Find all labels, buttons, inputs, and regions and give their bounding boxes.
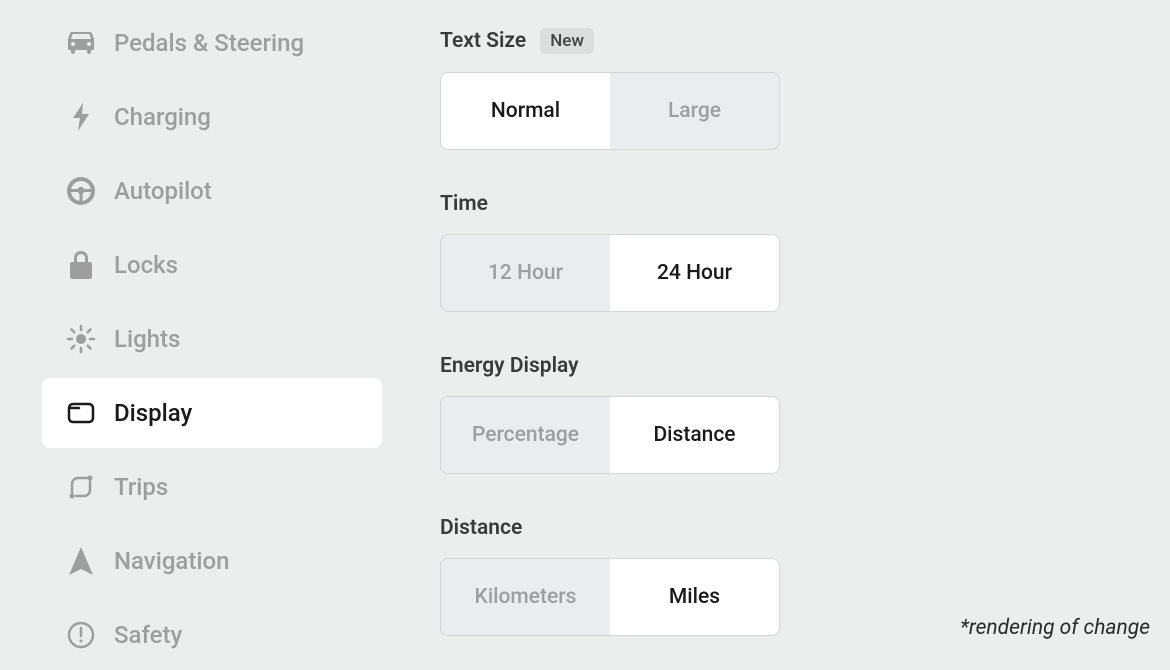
lock-icon (66, 250, 96, 280)
setting-title: Text Size (440, 29, 526, 53)
sidebar-item-label: Trips (114, 473, 168, 501)
setting-text-size: Text Size New Normal Large (440, 28, 1170, 150)
navigation-icon (66, 546, 96, 576)
car-icon (66, 28, 96, 58)
sidebar-item-label: Locks (114, 251, 178, 279)
sidebar-item-safety[interactable]: Safety (8, 600, 390, 670)
time-option-24-hour[interactable]: 24 Hour (610, 235, 779, 311)
sidebar-item-lights[interactable]: Lights (8, 304, 390, 374)
sidebar-item-label: Charging (114, 103, 211, 131)
distance-segmented-control: Kilometers Miles (440, 558, 780, 636)
steering-wheel-icon (66, 176, 96, 206)
setting-header: Time (440, 192, 1170, 216)
time-option-12-hour[interactable]: 12 Hour (441, 235, 610, 311)
sidebar-item-label: Lights (114, 325, 180, 353)
setting-header: Energy Display (440, 354, 1170, 378)
setting-header: Distance (440, 516, 1170, 540)
setting-title: Time (440, 192, 488, 216)
settings-sidebar: Pedals & Steering Charging Autopilot Loc… (8, 0, 408, 658)
route-icon (66, 472, 96, 502)
energy-display-option-distance[interactable]: Distance (610, 397, 779, 473)
settings-screen: Pedals & Steering Charging Autopilot Loc… (0, 0, 1170, 658)
footnote: *rendering of change (960, 616, 1150, 640)
setting-title: Distance (440, 516, 522, 540)
distance-option-kilometers[interactable]: Kilometers (441, 559, 610, 635)
bolt-icon (66, 102, 96, 132)
settings-main: Text Size New Normal Large Time 12 Hour … (408, 0, 1170, 658)
energy-display-segmented-control: Percentage Distance (440, 396, 780, 474)
sidebar-item-label: Autopilot (114, 177, 212, 205)
sidebar-item-locks[interactable]: Locks (8, 230, 390, 300)
lights-icon (66, 324, 96, 354)
text-size-option-large[interactable]: Large (610, 73, 779, 149)
sidebar-item-label: Safety (114, 621, 182, 649)
alert-circle-icon (66, 620, 96, 650)
sidebar-item-pedals-steering[interactable]: Pedals & Steering (8, 8, 390, 78)
setting-header: Text Size New (440, 28, 1170, 54)
setting-time: Time 12 Hour 24 Hour (440, 192, 1170, 312)
setting-energy-display: Energy Display Percentage Distance (440, 354, 1170, 474)
distance-option-miles[interactable]: Miles (610, 559, 779, 635)
new-badge: New (540, 28, 594, 54)
display-icon (66, 398, 96, 428)
setting-title: Energy Display (440, 354, 579, 378)
time-segmented-control: 12 Hour 24 Hour (440, 234, 780, 312)
energy-display-option-percentage[interactable]: Percentage (441, 397, 610, 473)
sidebar-item-charging[interactable]: Charging (8, 82, 390, 152)
sidebar-item-navigation[interactable]: Navigation (8, 526, 390, 596)
sidebar-item-label: Pedals & Steering (114, 29, 304, 57)
text-size-segmented-control: Normal Large (440, 72, 780, 150)
sidebar-item-autopilot[interactable]: Autopilot (8, 156, 390, 226)
sidebar-item-trips[interactable]: Trips (8, 452, 390, 522)
sidebar-item-display[interactable]: Display (42, 378, 382, 448)
sidebar-item-label: Display (114, 399, 192, 427)
text-size-option-normal[interactable]: Normal (441, 73, 610, 149)
sidebar-item-label: Navigation (114, 547, 229, 575)
